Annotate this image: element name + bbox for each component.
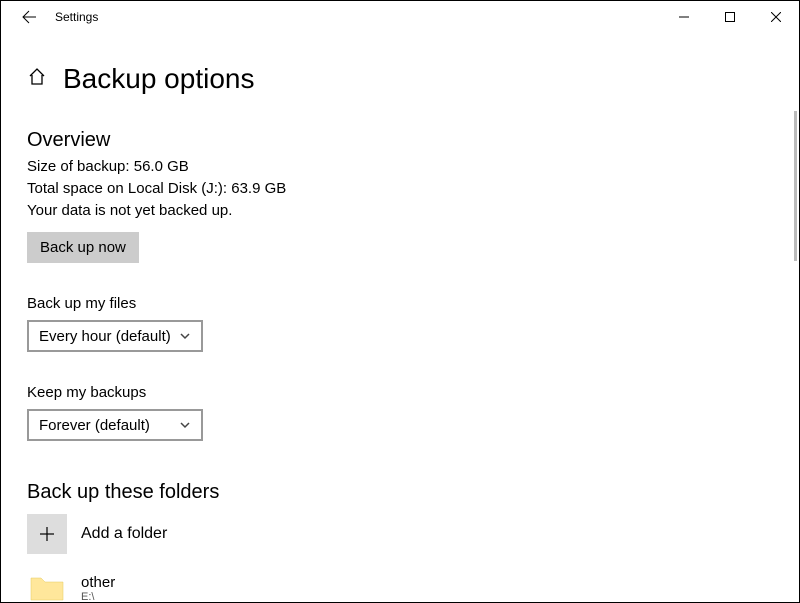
page-header: Backup options [27,63,773,95]
add-folder-button[interactable] [27,514,67,554]
folder-name: other [81,574,115,591]
window-controls [661,1,799,33]
frequency-dropdown[interactable]: Every hour (default) [27,320,203,352]
folder-text: other E:\ [81,574,115,603]
chevron-down-icon [179,330,191,342]
backup-status-text: Your data is not yet backed up. [27,202,773,219]
plus-icon [38,525,56,543]
retention-label: Keep my backups [27,384,773,401]
minimize-icon [679,12,689,22]
frequency-label: Back up my files [27,295,773,312]
close-icon [771,12,781,22]
titlebar: Settings [1,1,799,33]
frequency-value: Every hour (default) [39,328,171,345]
chevron-down-icon [179,419,191,431]
arrow-left-icon [21,9,37,25]
app-title: Settings [55,10,98,24]
page-title: Backup options [63,63,254,95]
backup-now-button[interactable]: Back up now [27,232,139,263]
home-icon[interactable] [27,67,47,92]
minimize-button[interactable] [661,1,707,33]
close-button[interactable] [753,1,799,33]
folder-item[interactable]: other E:\ [27,568,773,602]
add-folder-row[interactable]: Add a folder [27,514,773,554]
maximize-icon [725,12,735,22]
folder-icon [27,568,67,602]
maximize-button[interactable] [707,1,753,33]
overview-heading: Overview [27,129,773,152]
folders-heading: Back up these folders [27,481,773,504]
backup-size-text: Size of backup: 56.0 GB [27,158,773,175]
retention-dropdown[interactable]: Forever (default) [27,409,203,441]
content-area: Backup options Overview Size of backup: … [1,33,799,602]
folder-path: E:\ [81,591,115,603]
back-button[interactable] [9,1,49,33]
scrollbar[interactable] [794,111,797,261]
total-space-text: Total space on Local Disk (J:): 63.9 GB [27,180,773,197]
retention-value: Forever (default) [39,417,150,434]
add-folder-label: Add a folder [81,525,167,543]
